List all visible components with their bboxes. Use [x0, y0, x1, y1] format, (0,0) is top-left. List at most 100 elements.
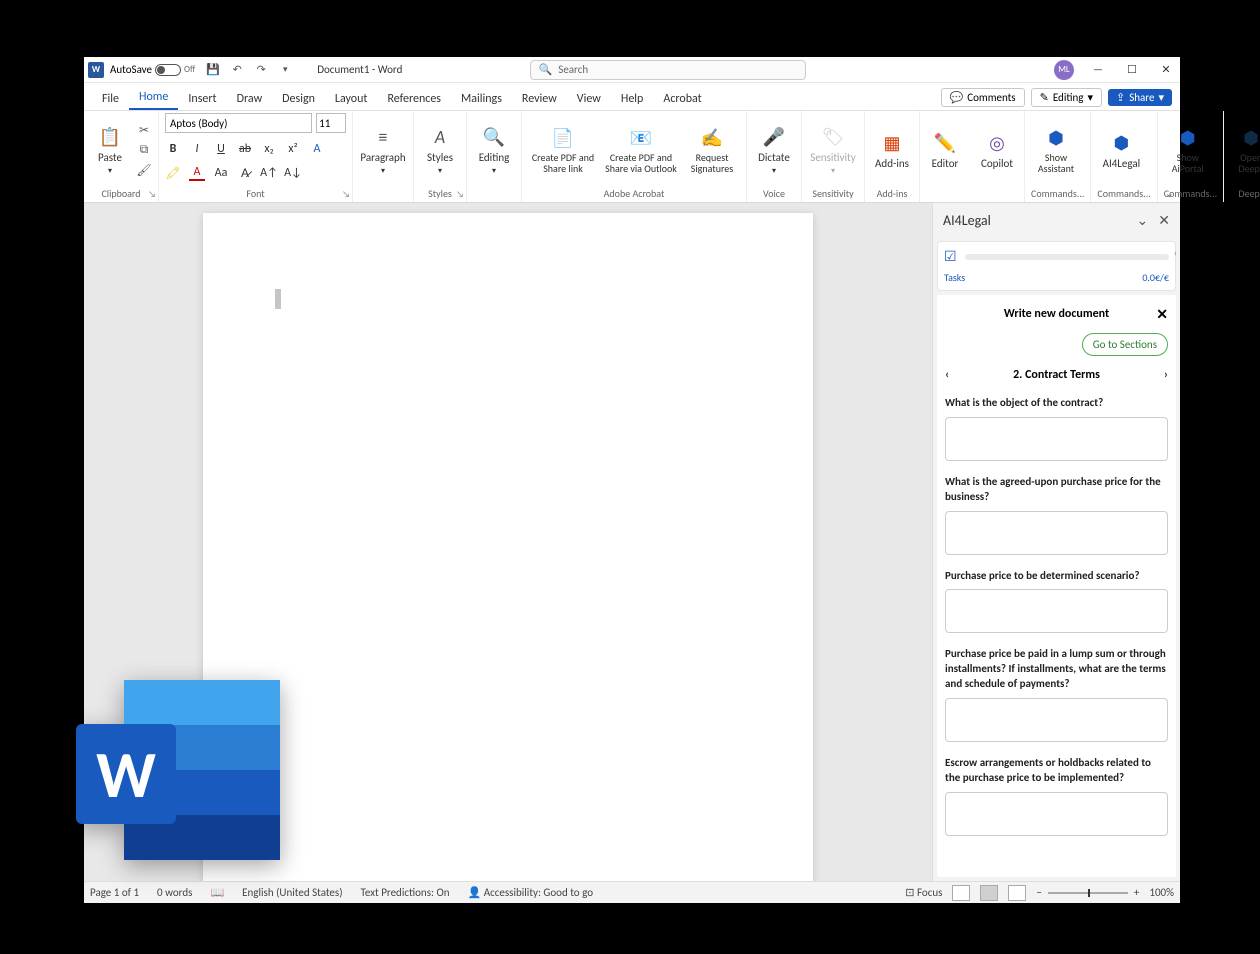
editing-button[interactable]: 🔍 Editing ▾: [473, 117, 515, 183]
tab-mailings[interactable]: Mailings: [451, 88, 512, 110]
section-prev-icon[interactable]: ‹: [945, 368, 949, 382]
highlight-button[interactable]: 🖍: [165, 165, 181, 181]
tab-insert[interactable]: Insert: [178, 88, 226, 110]
show-assistant-button[interactable]: ⬢ Show Assistant: [1031, 117, 1081, 183]
sensitivity-button[interactable]: 🏷 Sensitivity ▾: [808, 117, 858, 183]
tab-draw[interactable]: Draw: [227, 88, 273, 110]
sidepane-close-icon[interactable]: ✕: [1158, 212, 1170, 229]
zoom-out-icon[interactable]: −: [1036, 886, 1041, 899]
word-count[interactable]: 0 words: [157, 886, 192, 899]
tasks-collapse-icon[interactable]: ‹: [1174, 246, 1177, 259]
cut-icon[interactable]: ✂: [136, 122, 152, 138]
section-next-icon[interactable]: ›: [1164, 368, 1168, 382]
font-launcher-icon[interactable]: ↘: [342, 189, 350, 200]
close-button[interactable]: ✕: [1156, 60, 1176, 80]
group-deepl: ⬢ Open DeepL DeepL: [1224, 111, 1260, 202]
request-signatures-button[interactable]: ✍ Request Signatures: [684, 117, 740, 183]
font-color-button[interactable]: A: [189, 165, 205, 181]
autosave-toggle[interactable]: AutoSave Off: [110, 63, 195, 76]
sidepane-collapse-icon[interactable]: ⌄: [1137, 212, 1149, 229]
create-pdf-share-button[interactable]: 📄 Create PDF and Share link: [528, 117, 598, 183]
tab-references[interactable]: References: [377, 88, 451, 110]
write-doc-close-icon[interactable]: ✕: [1156, 306, 1168, 323]
tab-home[interactable]: Home: [129, 86, 178, 110]
clipboard-label: Clipboard: [90, 187, 152, 202]
tab-help[interactable]: Help: [611, 88, 654, 110]
show-aiportal-button[interactable]: ⬢ Show AiPortal: [1164, 117, 1212, 183]
spell-check-icon[interactable]: 📖: [210, 886, 224, 899]
avatar[interactable]: ML: [1054, 60, 1074, 80]
question-input[interactable]: [945, 792, 1168, 836]
question-input[interactable]: [945, 698, 1168, 742]
accessibility-status[interactable]: 👤 Accessibility: Good to go: [468, 886, 593, 899]
zoom-in-icon[interactable]: +: [1134, 886, 1139, 899]
question-block: Purchase price to be determined scenario…: [945, 569, 1168, 638]
word-logo-overlay: W: [76, 680, 284, 866]
clipboard-launcher-icon[interactable]: ↘: [148, 189, 156, 200]
focus-mode-button[interactable]: ⊡ Focus: [905, 886, 942, 899]
autosave-pill[interactable]: [155, 64, 181, 76]
zoom-slider[interactable]: − +: [1036, 886, 1139, 899]
search-input[interactable]: 🔍 Search: [530, 60, 806, 80]
tab-design[interactable]: Design: [272, 88, 325, 110]
copy-icon[interactable]: ⧉: [136, 142, 152, 158]
editing-mode-button[interactable]: ✎ Editing ▾: [1031, 88, 1102, 107]
create-pdf-outlook-button[interactable]: 📧 Create PDF and Share via Outlook: [602, 117, 680, 183]
tab-layout[interactable]: Layout: [325, 88, 378, 110]
language-indicator[interactable]: English (United States): [242, 886, 342, 899]
strike-button[interactable]: ab: [237, 141, 253, 157]
tab-acrobat[interactable]: Acrobat: [653, 88, 711, 110]
share-button[interactable]: ⇪ Share ▾: [1108, 89, 1172, 106]
goto-sections-button[interactable]: Go to Sections: [1082, 333, 1168, 356]
tab-review[interactable]: Review: [512, 88, 567, 110]
clear-format-button[interactable]: A̷: [237, 165, 253, 181]
save-icon[interactable]: 💾: [205, 63, 221, 76]
comments-button[interactable]: 💬 Comments: [941, 88, 1025, 107]
question-input[interactable]: [945, 511, 1168, 555]
zoom-track[interactable]: [1048, 892, 1128, 894]
subscript-button[interactable]: x₂: [261, 141, 277, 157]
styles-button[interactable]: A Styles ▾: [420, 117, 460, 183]
format-painter-icon[interactable]: 🖌: [136, 162, 152, 178]
tasks-label[interactable]: Tasks: [944, 271, 965, 284]
grow-font-button[interactable]: A↑: [261, 165, 277, 181]
undo-icon[interactable]: ↶: [229, 63, 245, 76]
print-layout-button[interactable]: [980, 885, 998, 901]
redo-icon[interactable]: ↷: [253, 63, 269, 76]
paste-button[interactable]: 📋 Paste ▾: [90, 117, 130, 183]
page-indicator[interactable]: Page 1 of 1: [90, 886, 139, 899]
shrink-font-button[interactable]: A↓: [285, 165, 301, 181]
maximize-button[interactable]: ☐: [1122, 60, 1142, 80]
zoom-thumb[interactable]: [1088, 889, 1090, 897]
editor-button[interactable]: ✏️ Editor: [926, 117, 964, 183]
question-input[interactable]: [945, 417, 1168, 461]
italic-button[interactable]: I: [189, 141, 205, 157]
font-name-select[interactable]: Aptos (Body): [165, 113, 312, 133]
zoom-level[interactable]: 100%: [1149, 886, 1174, 899]
read-mode-button[interactable]: [952, 885, 970, 901]
sensitivity-label: Sensitivity: [808, 187, 858, 202]
tab-file[interactable]: File: [92, 88, 129, 110]
tab-view[interactable]: View: [567, 88, 611, 110]
minimize-button[interactable]: —: [1088, 60, 1108, 80]
paragraph-button[interactable]: ≡ Paragraph ▾: [359, 117, 407, 183]
question-input[interactable]: [945, 589, 1168, 633]
change-case-button[interactable]: Aa: [213, 165, 229, 181]
ribbon-collapse-icon[interactable]: ⌄: [1165, 187, 1174, 200]
text-predictions[interactable]: Text Predictions: On: [361, 886, 450, 899]
open-deepl-button[interactable]: ⬢ Open DeepL: [1230, 117, 1260, 183]
dictate-button[interactable]: 🎤 Dictate ▾: [753, 117, 795, 183]
styles-launcher-icon[interactable]: ↘: [456, 189, 464, 200]
underline-button[interactable]: U: [213, 141, 229, 157]
text-effects-button[interactable]: A: [309, 141, 325, 157]
document-page[interactable]: [203, 213, 813, 881]
addins-button[interactable]: ▦ Add-ins: [871, 117, 913, 183]
font-size-select[interactable]: 11: [316, 113, 346, 133]
bold-button[interactable]: B: [165, 141, 181, 157]
web-layout-button[interactable]: [1008, 885, 1026, 901]
copilot-button[interactable]: ◎ Copilot: [976, 117, 1018, 183]
ai4legal-button[interactable]: ⬢ AI4Legal: [1097, 117, 1145, 183]
qat-customize-icon[interactable]: ▾: [277, 64, 293, 75]
autosave-label: AutoSave: [110, 63, 152, 76]
superscript-button[interactable]: x²: [285, 141, 301, 157]
